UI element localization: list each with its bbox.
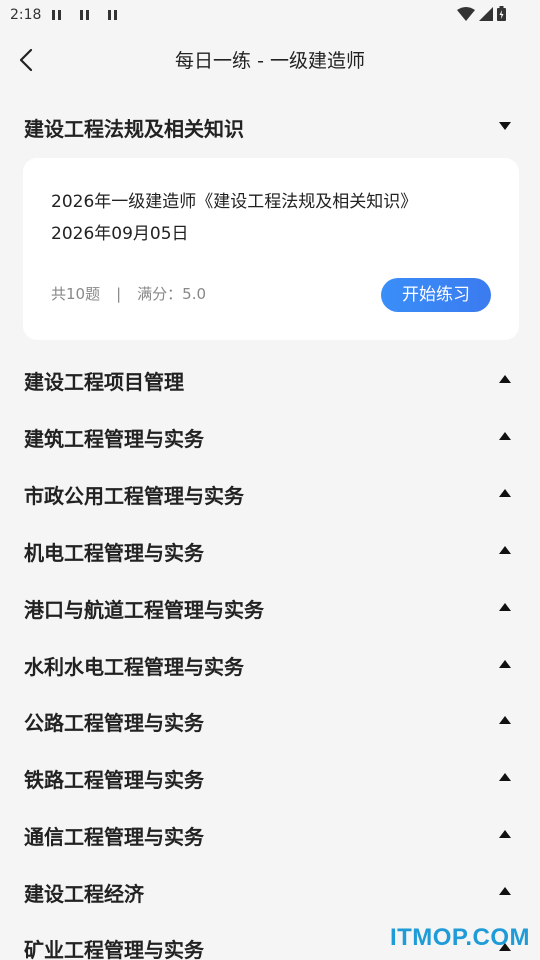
system-icons: [457, 6, 506, 21]
section-label: 建设工程法规及相关知识: [24, 117, 244, 141]
battery-icon: [497, 6, 506, 21]
section-label: 机电工程管理与实务: [24, 541, 204, 565]
section-label: 矿业工程管理与实务: [24, 938, 204, 960]
section-label: 公路工程管理与实务: [24, 711, 204, 735]
expand-arrow-icon: [499, 603, 511, 611]
section-label: 港口与航道工程管理与实务: [24, 598, 264, 622]
start-practice-button[interactable]: 开始练习: [381, 278, 491, 312]
section-row[interactable]: 公路工程管理与实务: [0, 693, 540, 750]
expand-arrow-icon: [499, 489, 511, 497]
expand-arrow-icon: [499, 375, 511, 383]
section-row[interactable]: 水利水电工程管理与实务: [0, 637, 540, 694]
pause-notification-icon: [80, 10, 92, 20]
section-label: 铁路工程管理与实务: [24, 768, 204, 792]
pause-notification-icon: [108, 10, 120, 20]
section-label: 水利水电工程管理与实务: [24, 655, 244, 679]
section-label: 通信工程管理与实务: [24, 825, 204, 849]
expand-arrow-icon: [499, 546, 511, 554]
section-row[interactable]: 建筑工程管理与实务: [0, 409, 540, 466]
expand-arrow-icon: [499, 432, 511, 440]
collapse-arrow-icon: [499, 122, 511, 130]
exam-date: 2026年09月05日: [51, 224, 189, 244]
meta-separator: |: [116, 285, 122, 303]
cell-signal-icon: [479, 6, 493, 21]
section-row[interactable]: 通信工程管理与实务: [0, 807, 540, 864]
exam-card: 2026年一级建造师《建设工程法规及相关知识》 2026年09月05日 共10题…: [23, 158, 519, 340]
section-label: 建筑工程管理与实务: [24, 427, 204, 451]
section-row[interactable]: 建设工程项目管理: [0, 352, 540, 409]
section-row[interactable]: 建设工程经济: [0, 864, 540, 921]
section-row[interactable]: 机电工程管理与实务: [0, 523, 540, 580]
section-expanded[interactable]: 建设工程法规及相关知识: [0, 99, 540, 156]
watermark: ITMOP.COM: [389, 924, 530, 951]
expand-arrow-icon: [499, 660, 511, 668]
section-row[interactable]: 市政公用工程管理与实务: [0, 466, 540, 523]
status-bar: 2:18: [0, 0, 540, 32]
expand-arrow-icon: [499, 887, 511, 895]
section-row[interactable]: 港口与航道工程管理与实务: [0, 580, 540, 637]
exam-title: 2026年一级建造师《建设工程法规及相关知识》: [51, 192, 418, 212]
page-title: 每日一练 - 一级建造师: [175, 50, 365, 72]
section-label: 建设工程项目管理: [24, 370, 184, 394]
expand-arrow-icon: [499, 716, 511, 724]
full-score: 满分：5.0: [137, 285, 207, 303]
exam-meta: 共10题 | 满分：5.0: [51, 283, 206, 304]
app-header: 每日一练 - 一级建造师: [0, 32, 540, 88]
section-label: 市政公用工程管理与实务: [24, 484, 244, 508]
expand-arrow-icon: [499, 830, 511, 838]
pause-notification-icon: [52, 10, 64, 20]
section-row[interactable]: 铁路工程管理与实务: [0, 750, 540, 807]
section-label: 建设工程经济: [24, 882, 144, 906]
question-count: 共10题: [51, 285, 101, 303]
wifi-icon: [457, 6, 475, 21]
notification-icons: [52, 10, 120, 20]
status-time: 2:18: [10, 7, 42, 23]
expand-arrow-icon: [499, 773, 511, 781]
